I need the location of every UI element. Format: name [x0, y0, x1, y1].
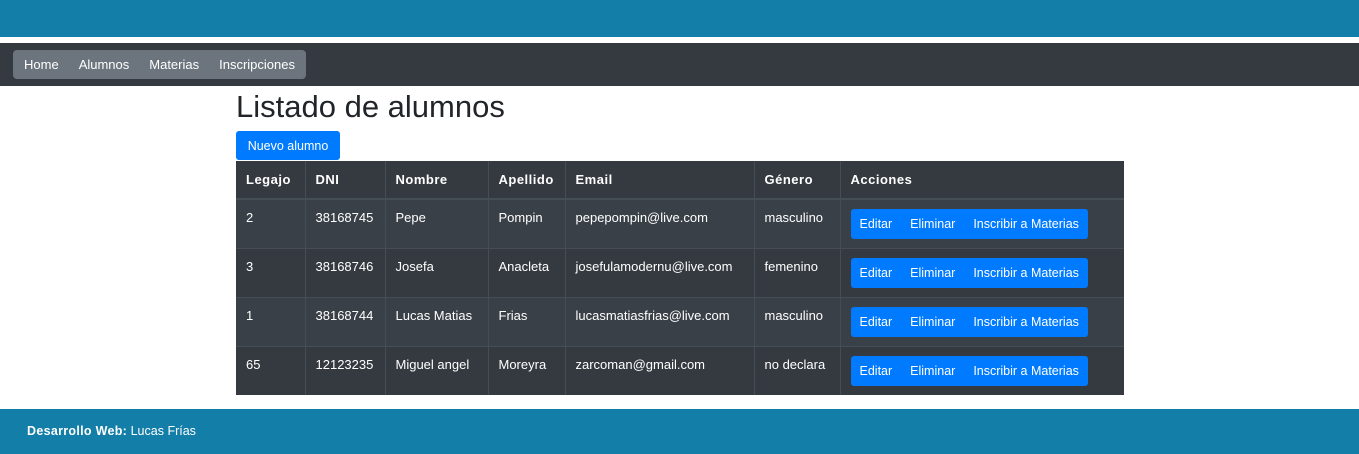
enroll-button[interactable]: Inscribir a Materias: [964, 356, 1088, 386]
cell-nombre: Miguel angel: [385, 345, 489, 395]
nav-item-alumnos[interactable]: Alumnos: [69, 50, 140, 79]
cell-email: pepepompin@live.com: [565, 198, 755, 248]
cell-apellido: Moreyra: [488, 345, 566, 395]
table-header-row: Legajo DNI Nombre Apellido Email Género …: [236, 161, 1124, 200]
cell-genero: masculino: [754, 296, 841, 346]
nav-item-materias[interactable]: Materias: [139, 50, 209, 79]
table-row: 3 38168746 Josefa Anacleta josefulamoder…: [236, 247, 1124, 297]
table-row: 65 12123235 Miguel angel Moreyra zarcoma…: [236, 345, 1124, 395]
cell-dni: 38168745: [305, 198, 386, 248]
table-row: 1 38168744 Lucas Matias Frias lucasmatia…: [236, 296, 1124, 346]
footer-label: Desarrollo Web:: [27, 424, 128, 438]
nav-item-inscripciones[interactable]: Inscripciones: [209, 50, 305, 79]
action-button-group: Editar Eliminar Inscribir a Materias: [850, 209, 1088, 239]
cell-actions: Editar Eliminar Inscribir a Materias: [840, 247, 1124, 297]
header-email: Email: [565, 161, 755, 200]
cell-dni: 38168744: [305, 296, 386, 346]
nav-item-home[interactable]: Home: [14, 50, 69, 79]
page-title: Listado de alumnos: [236, 89, 505, 124]
edit-button[interactable]: Editar: [851, 356, 902, 386]
delete-button[interactable]: Eliminar: [901, 209, 964, 239]
cell-email: josefulamodernu@live.com: [565, 247, 755, 297]
cell-apellido: Pompin: [488, 198, 566, 248]
action-button-group: Editar Eliminar Inscribir a Materias: [850, 355, 1088, 386]
header-acciones: Acciones: [840, 161, 1124, 200]
navbar: Home Alumnos Materias Inscripciones: [0, 43, 1359, 86]
header-legajo: Legajo: [236, 161, 306, 200]
header-dni: DNI: [305, 161, 386, 200]
cell-email: lucasmatiasfrias@live.com: [565, 296, 755, 346]
top-header-bar: [0, 0, 1359, 37]
delete-button[interactable]: Eliminar: [901, 307, 964, 337]
edit-button[interactable]: Editar: [851, 258, 902, 288]
cell-apellido: Anacleta: [488, 247, 566, 297]
footer-credit: Desarrollo Web: Lucas Frías: [27, 424, 196, 438]
cell-legajo: 3: [236, 247, 306, 297]
header-nombre: Nombre: [385, 161, 489, 200]
nav-menu: Home Alumnos Materias Inscripciones: [13, 50, 306, 79]
cell-legajo: 1: [236, 296, 306, 346]
students-table: Legajo DNI Nombre Apellido Email Género …: [236, 161, 1124, 395]
header-apellido: Apellido: [488, 161, 566, 200]
action-button-group: Editar Eliminar Inscribir a Materias: [850, 257, 1088, 288]
edit-button[interactable]: Editar: [851, 209, 902, 239]
enroll-button[interactable]: Inscribir a Materias: [964, 209, 1088, 239]
header-genero: Género: [754, 161, 841, 200]
cell-apellido: Frias: [488, 296, 566, 346]
cell-nombre: Josefa: [385, 247, 489, 297]
cell-legajo: 2: [236, 198, 306, 248]
cell-nombre: Lucas Matias: [385, 296, 489, 346]
delete-button[interactable]: Eliminar: [901, 356, 964, 386]
delete-button[interactable]: Eliminar: [901, 258, 964, 288]
cell-email: zarcoman@gmail.com: [565, 345, 755, 395]
action-button-group: Editar Eliminar Inscribir a Materias: [850, 306, 1088, 337]
cell-genero: no declara: [754, 345, 841, 395]
cell-actions: Editar Eliminar Inscribir a Materias: [840, 198, 1124, 248]
new-student-button[interactable]: Nuevo alumno: [236, 131, 340, 160]
enroll-button[interactable]: Inscribir a Materias: [964, 258, 1088, 288]
cell-dni: 38168746: [305, 247, 386, 297]
cell-nombre: Pepe: [385, 198, 489, 248]
cell-genero: masculino: [754, 198, 841, 248]
cell-dni: 12123235: [305, 345, 386, 395]
enroll-button[interactable]: Inscribir a Materias: [964, 307, 1088, 337]
footer: Desarrollo Web: Lucas Frías: [0, 409, 1359, 454]
cell-actions: Editar Eliminar Inscribir a Materias: [840, 345, 1124, 395]
cell-legajo: 65: [236, 345, 306, 395]
edit-button[interactable]: Editar: [851, 307, 902, 337]
footer-author: Lucas Frías: [130, 424, 196, 438]
cell-actions: Editar Eliminar Inscribir a Materias: [840, 296, 1124, 346]
cell-genero: femenino: [754, 247, 841, 297]
table-row: 2 38168745 Pepe Pompin pepepompin@live.c…: [236, 198, 1124, 248]
